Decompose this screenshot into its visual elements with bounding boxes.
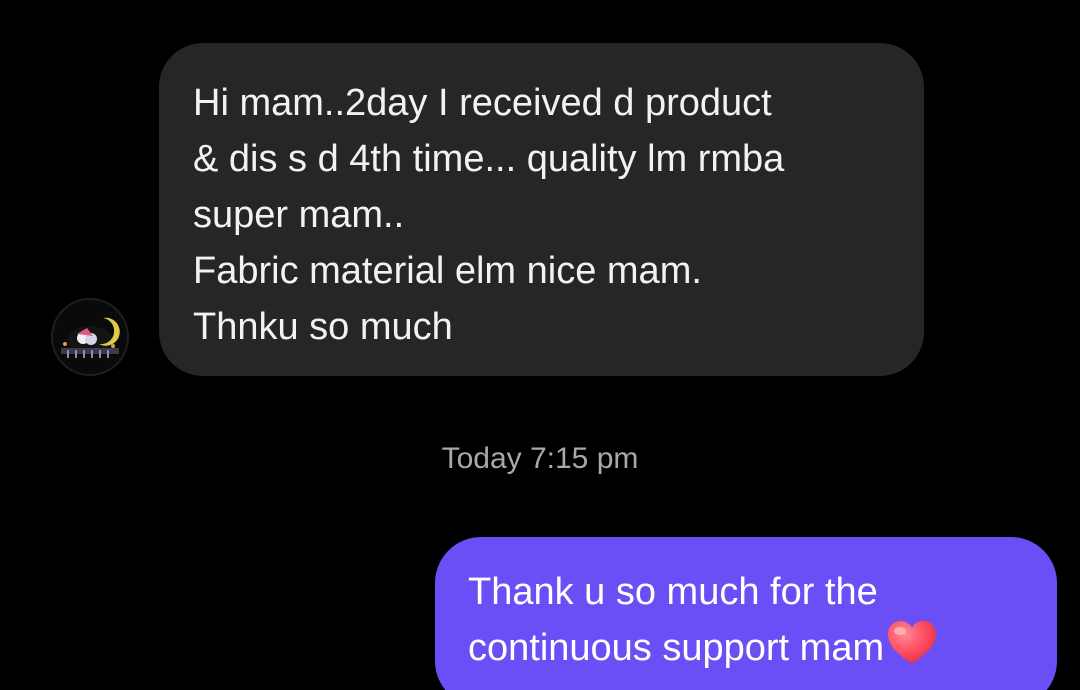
outgoing-message-line-with-emoji: continuous support mam [468,620,1057,676]
outgoing-message-bubble[interactable]: Thank u so much for the continuous suppo… [435,537,1057,690]
incoming-message-bubble[interactable]: Hi mam..2day I received d product & dis … [159,43,924,376]
chat-screen: Hi mam..2day I received d product & dis … [0,0,1080,690]
sender-avatar[interactable] [51,298,129,376]
profile-photo-icon [53,300,127,374]
outgoing-message-line: continuous support mam [468,627,885,669]
outgoing-message-line: Thank u so much for the [468,571,878,613]
heart-icon [888,621,937,664]
incoming-message-line: super mam.. [193,194,405,236]
incoming-message-line: Hi mam..2day I received d product [193,82,772,124]
incoming-message-line: Thnku so much [193,306,453,348]
incoming-message-line: Fabric material elm nice mam. [193,250,702,292]
incoming-message-line: & dis s d 4th time... quality lm rmba [193,138,785,180]
message-timestamp: Today 7:15 pm [441,442,639,475]
